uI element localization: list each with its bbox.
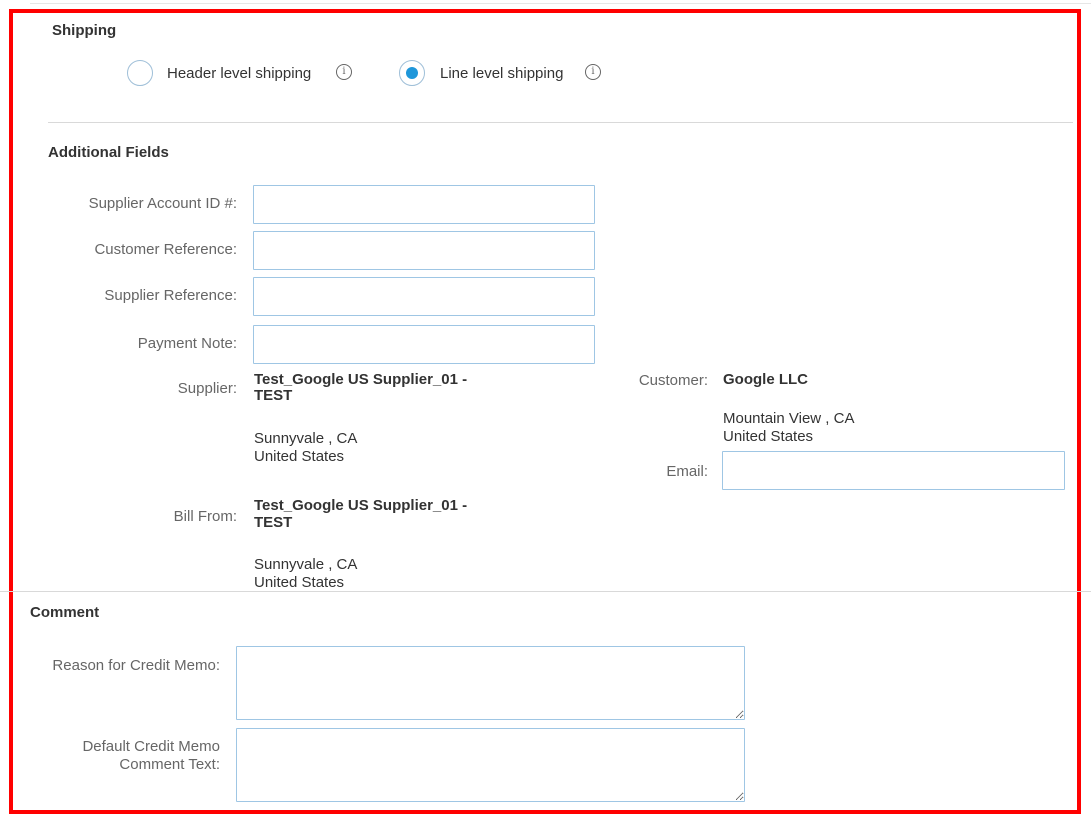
supplier-name-line2: TEST [254, 387, 293, 404]
customer-name: Google LLC [723, 371, 808, 388]
bill-from-label: Bill From: [173, 508, 237, 525]
supplier-name-line1: Test_Google US Supplier_01 - [254, 371, 468, 388]
supplier-reference-input[interactable] [253, 277, 595, 316]
supplier-account-id-input[interactable] [253, 185, 595, 224]
line-shipping-info-icon[interactable]: i [585, 64, 601, 80]
customer-city-state: Mountain View , CA [723, 410, 855, 427]
line-level-shipping-label[interactable]: Line level shipping [440, 65, 563, 82]
comment-divider [0, 591, 1091, 592]
bill-from-name-line2: TEST [254, 514, 293, 531]
supplier-city-state: Sunnyvale , CA [254, 430, 358, 447]
customer-country: United States [723, 428, 814, 445]
supplier-label: Supplier: [177, 380, 237, 397]
payment-note-label: Payment Note: [137, 335, 237, 352]
header-shipping-info-icon[interactable]: i [336, 64, 352, 80]
comment-heading: Comment [30, 604, 100, 621]
line-level-shipping-radio[interactable] [399, 60, 425, 86]
email-input[interactable] [722, 451, 1065, 490]
payment-note-input[interactable] [253, 325, 595, 364]
email-label: Email: [666, 463, 708, 480]
top-divider [30, 3, 1091, 4]
default-text-label-line2: Comment Text: [119, 756, 220, 773]
additional-fields-heading: Additional Fields [48, 144, 169, 161]
header-level-shipping-radio[interactable] [127, 60, 153, 86]
supplier-country: United States [254, 448, 345, 465]
supplier-reference-label: Supplier Reference: [104, 287, 237, 304]
shipping-divider [48, 122, 1073, 123]
bill-from-country: United States [254, 574, 345, 591]
shipping-heading: Shipping [52, 22, 117, 39]
reason-textarea[interactable] [236, 646, 745, 720]
customer-reference-label: Customer Reference: [94, 241, 237, 258]
customer-reference-input[interactable] [253, 231, 595, 270]
header-level-shipping-label[interactable]: Header level shipping [167, 65, 311, 82]
bill-from-city-state: Sunnyvale , CA [254, 556, 358, 573]
supplier-account-id-label: Supplier Account ID #: [88, 195, 237, 212]
customer-label: Customer: [638, 372, 708, 389]
reason-label: Reason for Credit Memo: [52, 657, 220, 674]
bill-from-name-line1: Test_Google US Supplier_01 - [254, 497, 468, 514]
default-text-textarea[interactable] [236, 728, 745, 802]
default-text-label-line1: Default Credit Memo [82, 738, 220, 755]
